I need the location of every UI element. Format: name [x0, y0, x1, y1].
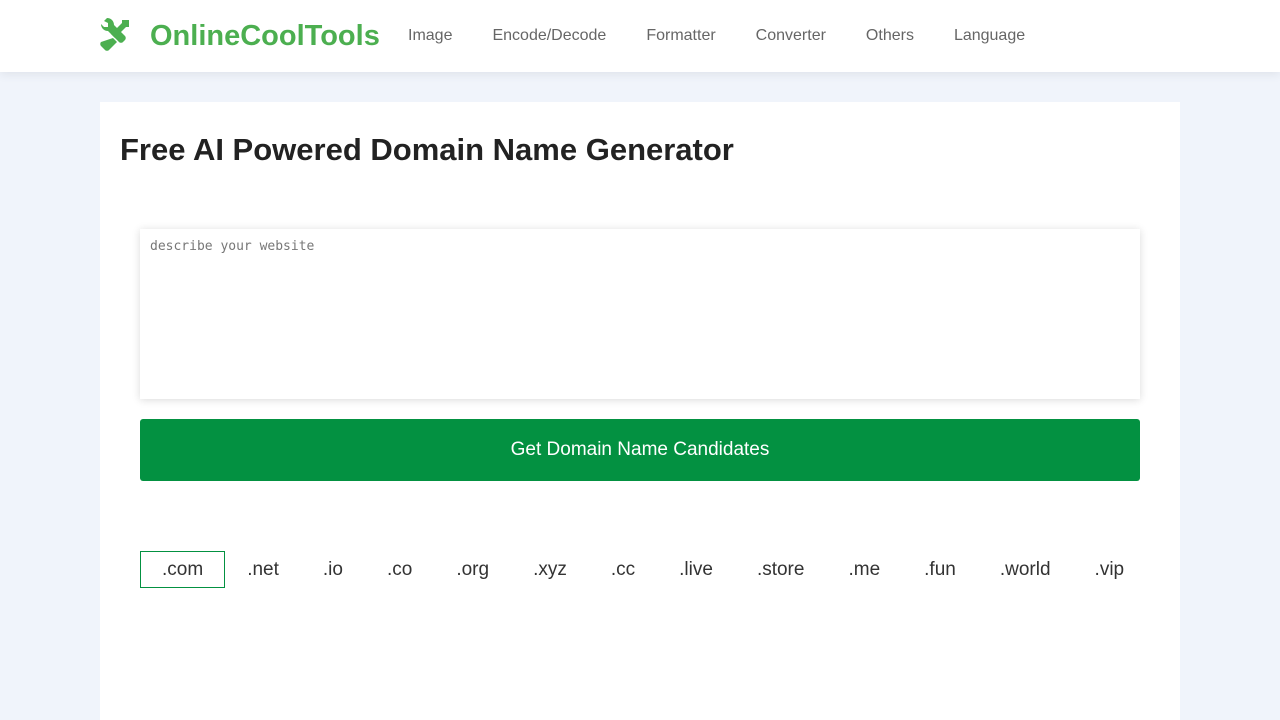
- tld-tab-com[interactable]: .com: [140, 551, 225, 588]
- get-domain-candidates-button[interactable]: Get Domain Name Candidates: [140, 419, 1140, 481]
- tld-tab-co[interactable]: .co: [365, 551, 434, 588]
- tld-tab-org[interactable]: .org: [434, 551, 511, 588]
- nav-item-image[interactable]: Image: [388, 27, 472, 45]
- top-navbar: OnlineCoolTools Image Encode/Decode Form…: [0, 0, 1280, 72]
- tld-tab-store[interactable]: .store: [735, 551, 827, 588]
- tld-tab-io[interactable]: .io: [301, 551, 365, 588]
- tld-tab-cc[interactable]: .cc: [589, 551, 657, 588]
- tools-icon: [98, 17, 132, 56]
- nav-item-others[interactable]: Others: [846, 27, 934, 45]
- nav-item-language[interactable]: Language: [934, 27, 1045, 45]
- tld-tabs: .com .net .io .co .org .xyz .cc .live .s…: [140, 551, 1146, 588]
- main-nav: Image Encode/Decode Formatter Converter …: [388, 0, 1045, 72]
- tld-tab-net[interactable]: .net: [225, 551, 301, 588]
- tld-tab-fun[interactable]: .fun: [902, 551, 978, 588]
- site-name: OnlineCoolTools: [150, 20, 380, 53]
- tld-tab-me[interactable]: .me: [826, 551, 902, 588]
- nav-item-formatter[interactable]: Formatter: [626, 27, 735, 45]
- tld-tab-world[interactable]: .world: [978, 551, 1073, 588]
- page-title: Free AI Powered Domain Name Generator: [120, 132, 734, 168]
- tld-tab-vip[interactable]: .vip: [1073, 551, 1147, 588]
- website-description-input[interactable]: [140, 229, 1140, 399]
- nav-item-converter[interactable]: Converter: [736, 27, 846, 45]
- site-logo-link[interactable]: OnlineCoolTools: [98, 18, 380, 54]
- main-card: Free AI Powered Domain Name Generator Ge…: [100, 102, 1180, 720]
- tld-tab-live[interactable]: .live: [657, 551, 735, 588]
- nav-item-encode-decode[interactable]: Encode/Decode: [472, 27, 626, 45]
- tld-tab-xyz[interactable]: .xyz: [511, 551, 589, 588]
